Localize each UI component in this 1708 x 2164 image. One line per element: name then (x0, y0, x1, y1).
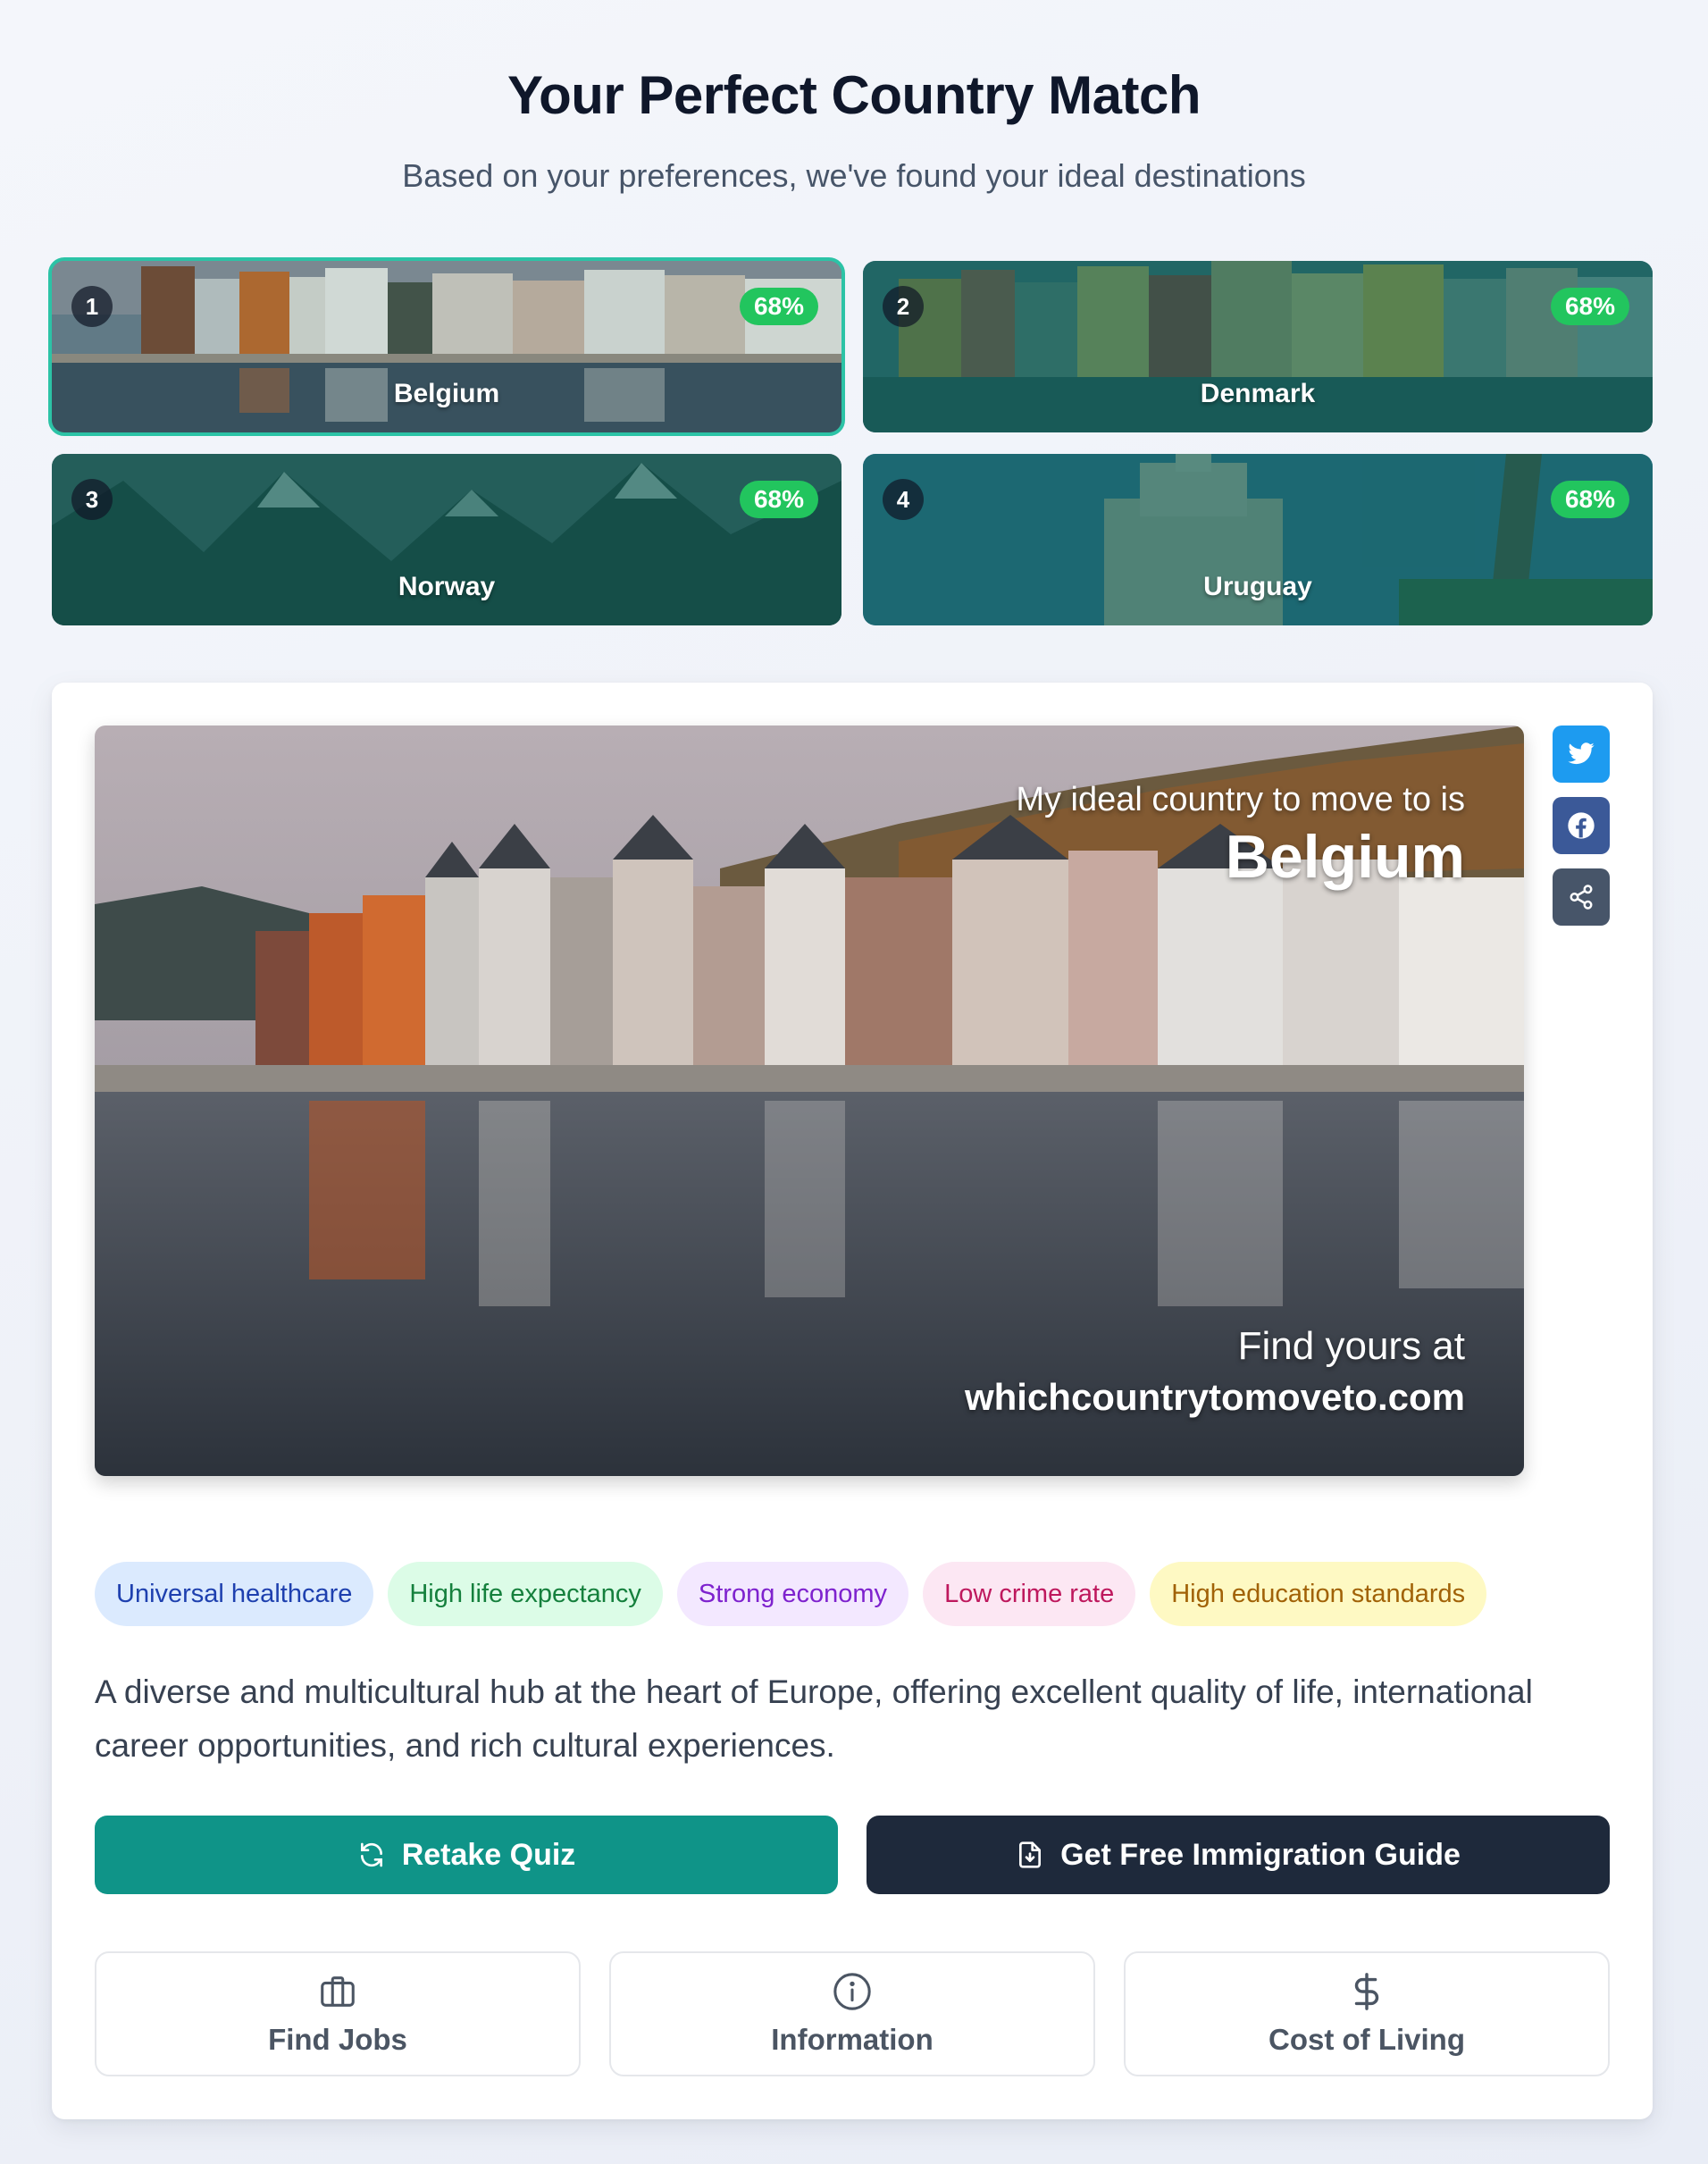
tag-strong-economy: Strong economy (676, 1562, 909, 1626)
twitter-icon (1568, 742, 1595, 765)
briefcase-icon (321, 1976, 355, 2007)
find-jobs-label: Find Jobs (268, 2023, 407, 2056)
twitter-share-button[interactable] (1553, 726, 1610, 783)
match-percent-badge: 68% (739, 288, 818, 325)
facebook-share-button[interactable] (1553, 797, 1610, 854)
feature-tags: Universal healthcare High life expectanc… (95, 1562, 1487, 1626)
match-percent-badge: 68% (1550, 481, 1629, 518)
rank-number: 4 (883, 479, 924, 520)
cost-of-living-tile[interactable]: Cost of Living (1124, 1951, 1610, 2076)
retake-quiz-button[interactable]: Retake Quiz (95, 1816, 838, 1894)
match-card-denmark[interactable]: 2 68% Denmark (863, 261, 1653, 432)
rank-number: 1 (71, 286, 113, 327)
match-card-norway[interactable]: 3 68% Norway (52, 454, 841, 625)
file-download-icon (1019, 1841, 1042, 1868)
match-card-belgium[interactable]: 1 68% Belgium (48, 257, 845, 436)
immigration-guide-button[interactable]: Get Free Immigration Guide (867, 1816, 1610, 1894)
country-description: A diverse and multicultural hub at the h… (95, 1673, 1533, 1764)
page-title: Your Perfect Country Match (507, 65, 1201, 125)
match-card-uruguay[interactable]: 4 68% Uruguay (863, 454, 1653, 625)
find-jobs-tile[interactable]: Find Jobs (95, 1951, 581, 2076)
tag-high-life-expectancy: High life expectancy (388, 1562, 663, 1626)
retake-quiz-label: Retake Quiz (401, 1837, 576, 1872)
tag-universal-healthcare: Universal healthcare (95, 1562, 374, 1626)
match-country-name: Norway (398, 572, 496, 601)
dollar-icon (1354, 1973, 1379, 2010)
share-image-country: Belgium (1225, 823, 1465, 891)
match-country-name: Belgium (393, 379, 500, 408)
refresh-icon (360, 1842, 382, 1867)
results-page: Your Perfect Country Match Based on your… (0, 0, 1708, 2164)
tag-low-crime-rate: Low crime rate (923, 1562, 1136, 1626)
information-tile[interactable]: Information (609, 1951, 1095, 2076)
share-image-caption: My ideal country to move to is (1016, 781, 1465, 818)
info-icon (833, 1973, 871, 2010)
match-percent-badge: 68% (739, 481, 818, 518)
share-button[interactable] (1553, 868, 1610, 926)
immigration-guide-label: Get Free Immigration Guide (1060, 1837, 1461, 1872)
facebook-icon (1568, 812, 1595, 839)
tag-high-education-standards: High education standards (1150, 1562, 1487, 1626)
match-country-name: Denmark (1200, 379, 1316, 408)
result-card: My ideal country to move to is Belgium F… (52, 683, 1653, 2119)
page-subtitle: Based on your preferences, we've found y… (402, 157, 1306, 194)
match-percent-badge: 68% (1550, 288, 1629, 325)
rank-number: 3 (71, 479, 113, 520)
information-label: Information (771, 2023, 934, 2056)
cost-of-living-label: Cost of Living (1268, 2023, 1465, 2056)
share-image-site: whichcountrytomoveto.com (964, 1376, 1465, 1418)
match-country-name: Uruguay (1203, 572, 1312, 601)
share-image-find-text: Find yours at (1237, 1324, 1465, 1368)
share-icon (1570, 885, 1593, 910)
rank-number: 2 (883, 286, 924, 327)
share-image: My ideal country to move to is Belgium F… (95, 726, 1524, 1476)
